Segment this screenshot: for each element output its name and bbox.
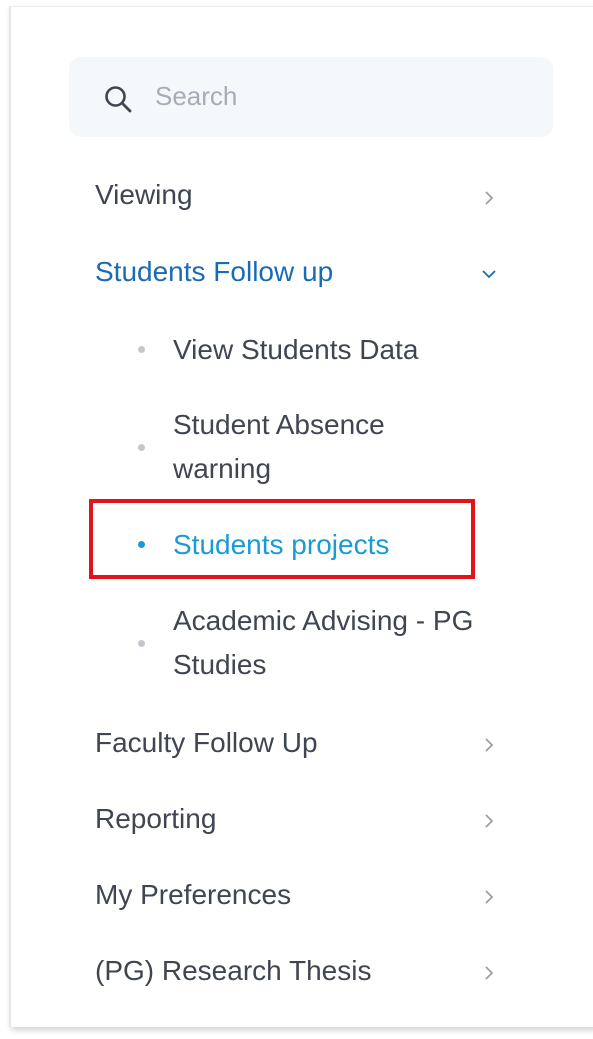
bullet-icon [138,444,145,451]
chevron-right-icon[interactable] [482,888,496,906]
search-box[interactable]: Search [69,57,553,137]
chevron-right-icon[interactable] [482,812,496,830]
chevron-right-icon[interactable] [482,736,496,754]
bullet-icon [138,640,145,647]
chevron-right-icon[interactable] [482,189,496,207]
chevron-down-icon[interactable] [480,265,498,283]
submenu-item-student-absence-warning[interactable]: Student Absence warning [173,403,503,491]
submenu-item-academic-advising[interactable]: Academic Advising - PG Studies [173,599,503,687]
bullet-icon [138,346,145,353]
highlight-box [89,499,475,579]
menu-item-my-preferences[interactable]: My Preferences [95,879,515,911]
menu-item-faculty-follow-up[interactable]: Faculty Follow Up [95,727,515,759]
menu-item-research-thesis[interactable]: (PG) Research Thesis [95,955,515,987]
search-icon [105,86,132,113]
submenu-item-label-line1: Student Absence [173,409,385,440]
menu-item-students-follow-up[interactable]: Students Follow up [95,256,515,288]
menu-item-viewing[interactable]: Viewing [95,179,515,211]
search-placeholder[interactable]: Search [155,81,237,112]
submenu-item-label-line2: Studies [173,649,267,680]
submenu-item-label-line2: warning [173,453,272,484]
chevron-right-icon[interactable] [482,964,496,982]
menu-item-reporting[interactable]: Reporting [95,803,515,835]
submenu-item-label-line1: Academic Advising - PG [173,605,474,636]
submenu-item-view-students-data[interactable]: View Students Data [173,328,503,372]
